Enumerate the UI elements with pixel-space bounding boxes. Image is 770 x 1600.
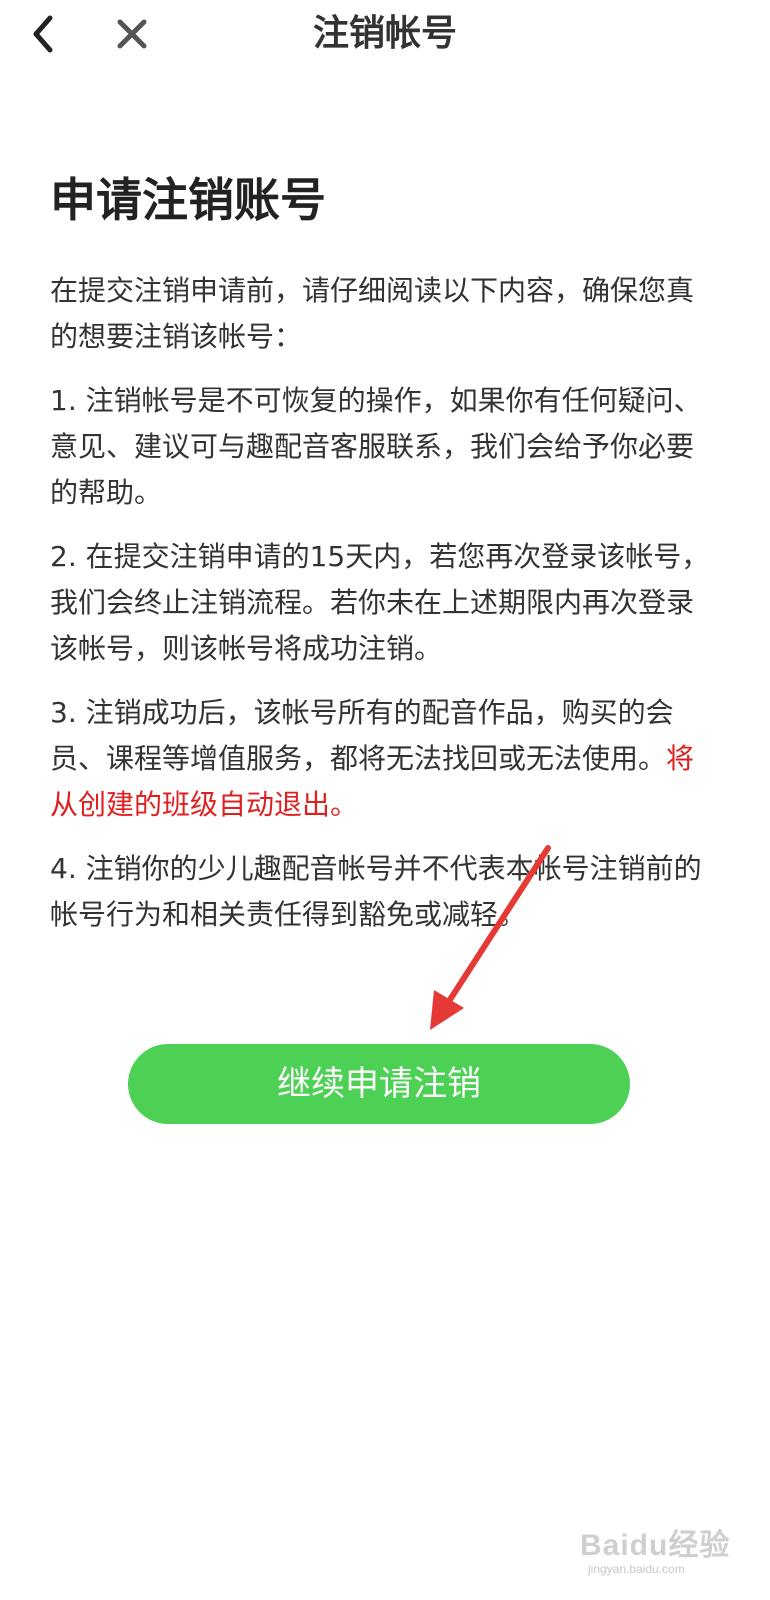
watermark-logo: Baidu经验 (580, 1529, 731, 1562)
notice-item-4: 4. 注销你的少儿趣配音帐号并不代表本帐号注销前的帐号行为和相关责任得到豁免或减… (50, 852, 702, 931)
notice-item-1: 1. 注销帐号是不可恢复的操作，如果你有任何疑问、意见、建议可与趣配音客服联系，… (50, 384, 702, 509)
notice-item-3: 3. 注销成功后，该帐号所有的配音作品，购买的会员、课程等增值服务，都将无法找回… (50, 690, 720, 828)
notice-item-3-text: 3. 注销成功后，该帐号所有的配音作品，购买的会员、课程等增值服务，都将无法找回… (50, 696, 674, 775)
intro-text: 在提交注销申请前，请仔细阅读以下内容，确保您真的想要注销该帐号： (50, 274, 695, 353)
notice-content: 在提交注销申请前，请仔细阅读以下内容，确保您真的想要注销该帐号： 1. 注销帐号… (50, 268, 720, 956)
notice-item-2: 2. 在提交注销申请的15天内，若您再次登录该帐号，我们会终止注销流程。若你未在… (50, 540, 710, 665)
page-title: 注销帐号 (312, 13, 457, 54)
section-heading: 申请注销账号 (50, 173, 326, 227)
continue-cancel-button[interactable]: 继续申请注销 (128, 1044, 630, 1124)
baidu-watermark: Baidu经验 jingyan.baidu.com (580, 1510, 760, 1590)
nav-bar: 注销帐号 (0, 0, 770, 68)
watermark-url: jingyan.baidu.com (588, 1562, 685, 1576)
